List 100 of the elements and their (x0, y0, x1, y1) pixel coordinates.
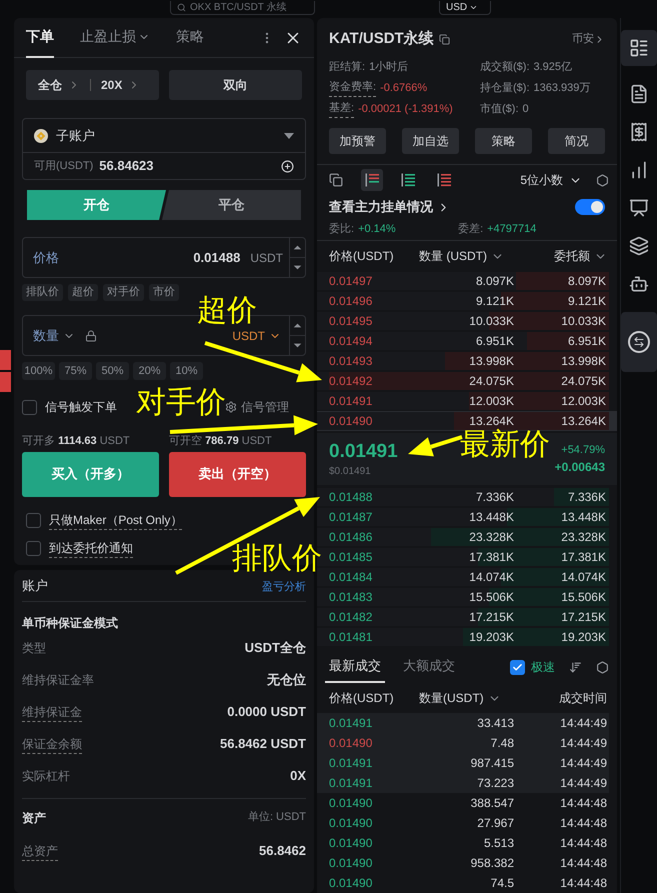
amount-cell-text: 33.413 (476, 715, 514, 732)
price-field[interactable]: 价格 0.01488 USDT (22, 237, 306, 278)
section-title: 账户 (22, 576, 48, 594)
column-header: 价格(USDT) (329, 248, 395, 265)
account-selector[interactable]: 子账户 可用(USDT) 56.84623 (22, 118, 306, 180)
add-icon[interactable] (281, 160, 294, 172)
sell-button[interactable]: 卖出（开空） (169, 452, 306, 496)
field-label: 保证金余额 (22, 734, 82, 754)
percent-chip[interactable]: 20% (133, 362, 166, 380)
account-name: 子账户 (56, 126, 95, 145)
settings-icon[interactable] (596, 174, 609, 186)
lock-icon[interactable] (85, 330, 97, 342)
sort-icon[interactable] (569, 660, 582, 674)
total-cell-text: 24.075K (560, 373, 606, 390)
add-window-icon (329, 173, 343, 187)
price-type-chip[interactable]: 对手价 (103, 284, 144, 301)
action-button[interactable]: 简况 (548, 128, 605, 154)
receipt-icon[interactable] (629, 122, 649, 142)
stat-label: 基差: (329, 100, 354, 118)
checkbox[interactable] (510, 660, 525, 674)
layers-icon[interactable] (629, 236, 649, 256)
side-tab[interactable]: 平仓 (162, 190, 301, 220)
settings-icon[interactable] (596, 660, 609, 674)
checkbox[interactable] (22, 400, 37, 414)
checkbox[interactable] (26, 540, 41, 556)
margin-leverage-selector[interactable]: 全仓 20X (26, 70, 159, 100)
settings-icon[interactable] (225, 401, 237, 413)
max-long-text: 可开多 1114.63 USDT (22, 434, 131, 449)
action-button[interactable]: 加自选 (402, 128, 459, 154)
percent-chip[interactable]: 10% (170, 362, 203, 380)
list-icon[interactable] (621, 30, 657, 66)
time-cell-text: 14:44:49 (560, 735, 608, 752)
last-price-usd: $0.01491 (329, 464, 372, 478)
position-mode-button[interactable]: 双向 (169, 70, 302, 100)
tab[interactable]: 下单 (26, 18, 54, 58)
stat-value: 1小时后 (369, 60, 408, 75)
amount-cell-text: 987.415 (470, 755, 514, 772)
total-cell-text: 8.097K (566, 273, 606, 290)
total-cell-text: 10.033K (560, 313, 606, 330)
tab[interactable]: 大额成交 (399, 651, 459, 683)
column-header[interactable]: 数量 (USDT) (419, 247, 529, 265)
column-header: 成交时间 (559, 690, 607, 707)
price-cell-text: 0.01482 (328, 609, 374, 626)
amount-cell-text: 15.506K (468, 589, 514, 606)
pnl-analysis-link[interactable]: 盈亏分析 (262, 578, 306, 595)
price-type-chip[interactable]: 市价 (149, 284, 179, 301)
percent-chip[interactable]: 50% (96, 362, 129, 380)
total-cell-text: 9.121K (566, 293, 606, 310)
total-cell-text: 13.264K (560, 413, 606, 430)
search-field[interactable]: OKX BTC/USDT 永续 (170, 1, 315, 15)
available-amount: 56.84623 (99, 157, 154, 176)
checkbox[interactable] (26, 512, 41, 528)
currency-dropdown[interactable]: USD (439, 1, 491, 15)
amount-cell-text: 13.264K (468, 413, 514, 428)
copy-icon[interactable] (438, 34, 450, 45)
chart-board-icon[interactable] (629, 198, 649, 218)
price-cell-text: 0.01491 (328, 715, 374, 732)
check-icon (512, 662, 523, 672)
field-label: 维持保证金率 (22, 672, 94, 689)
precision-dropdown[interactable]: 5位小数 (520, 171, 582, 189)
last-price: 0.01491 (329, 440, 398, 464)
tab[interactable]: 最新成交 (325, 651, 385, 683)
total-cell-text: 12.003K (560, 393, 606, 410)
price-label: 价格 (32, 248, 59, 267)
field-label: 维持保证金 (22, 702, 82, 722)
document-icon[interactable] (629, 84, 649, 104)
amount-cell-text: 24.075K (468, 373, 514, 390)
amount-cell-text: 17.215K (468, 609, 514, 626)
view-toggle[interactable] (361, 169, 383, 191)
ratio-label: 委比: (329, 222, 354, 238)
price-cell-text: 0.01494 (328, 333, 374, 350)
price-type-chip[interactable]: 超价 (68, 284, 98, 301)
tab[interactable]: 止盈止损 (80, 18, 150, 58)
price-cell-text: 0.01490 (328, 835, 374, 852)
amount-cell-text: 7.48 (490, 735, 514, 752)
price-cell-text: 0.01490 (328, 735, 374, 752)
column-header[interactable]: 委托额 (554, 247, 607, 265)
time-cell-text: 14:44:48 (560, 795, 608, 812)
field-value: 无仓位 (267, 671, 306, 690)
leverage[interactable]: 20X (101, 76, 122, 94)
whale-orders-link[interactable]: 查看主力挂单情况 (329, 197, 450, 217)
stat-label: 距结算: (329, 60, 366, 75)
column-header[interactable]: 数量(USDT) (419, 689, 529, 707)
swap-icon[interactable] (621, 312, 657, 372)
tab[interactable]: 策略 (176, 18, 204, 58)
margin-mode[interactable]: 全仓 (38, 76, 62, 94)
field-label: 实际杠杆 (22, 768, 70, 785)
action-button[interactable]: 加预警 (329, 128, 386, 154)
unit-selector[interactable]: USDT (232, 326, 281, 344)
price-cell-text: 0.01486 (328, 529, 374, 546)
percent-chip[interactable]: 75% (59, 362, 92, 380)
price-type-chip[interactable]: 排队价 (22, 284, 63, 301)
signal-manage-link[interactable]: 信号管理 (241, 398, 289, 416)
toggle-switch[interactable] (575, 199, 605, 215)
percent-chip[interactable]: 100% (22, 362, 55, 380)
price-cell-text: 0.01483 (328, 589, 374, 606)
action-button[interactable]: 策略 (475, 128, 532, 154)
exchange-link[interactable]: 币安 (572, 31, 605, 48)
robot-icon[interactable] (629, 274, 649, 294)
amount-cell-text: 8.097K (474, 273, 514, 290)
